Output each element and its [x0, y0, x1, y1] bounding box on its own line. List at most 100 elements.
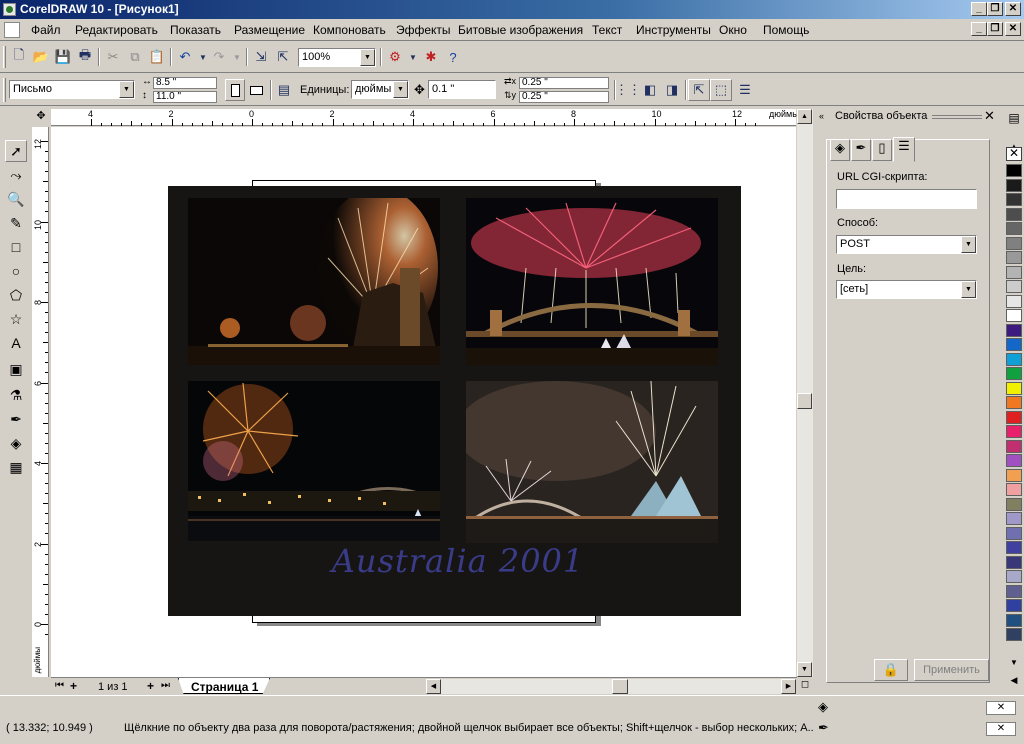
eyedropper-tool-icon[interactable]: ⚗ [5, 384, 27, 406]
menu-view[interactable]: Показать [170, 23, 221, 37]
color-swatch[interactable] [1006, 222, 1022, 235]
menu-file[interactable]: Файл [31, 23, 61, 37]
page-width-field[interactable]: 8.5 " [153, 77, 217, 89]
color-swatch[interactable] [1006, 367, 1022, 380]
docker-collapse-icon[interactable]: « [819, 111, 824, 121]
photo-fireworks-bridge-1[interactable] [188, 198, 440, 365]
add-page-after-icon[interactable]: + [147, 679, 154, 693]
tab-general-icon[interactable]: ▯ [872, 139, 892, 161]
color-swatch[interactable] [1006, 512, 1022, 525]
interactive-fill-icon[interactable]: ▦ [5, 456, 27, 478]
scroll-left-icon[interactable]: ◀ [426, 679, 441, 694]
menu-arrange[interactable]: Компоновать [313, 23, 386, 37]
paper-size-combo[interactable]: Письмо ▼ [9, 80, 135, 99]
chevron-down-icon[interactable]: ▼ [961, 281, 976, 298]
color-swatch[interactable] [1006, 294, 1022, 308]
zoom-combo[interactable]: 100% ▼ [298, 48, 376, 67]
ruler-origin-icon[interactable]: ✥ [32, 109, 50, 126]
nudge-field[interactable]: 0.1 " [428, 80, 496, 99]
menu-effects[interactable]: Эффекты [396, 23, 451, 37]
color-swatch[interactable] [1006, 338, 1022, 351]
landscape-icon[interactable] [246, 79, 266, 101]
color-swatch[interactable] [1006, 193, 1022, 206]
method-select[interactable]: POST ▼ [836, 235, 977, 254]
apply-button[interactable]: Применить [914, 659, 989, 681]
vertical-scrollbar[interactable]: ▲ ▼ [797, 109, 813, 677]
color-swatch[interactable] [1006, 251, 1022, 264]
outline-color-swatch[interactable]: ✕ [986, 722, 1016, 736]
scroll-down-icon[interactable]: ▼ [1006, 658, 1022, 668]
corel-online-icon[interactable]: ✱ [420, 46, 442, 68]
options-icon[interactable]: ☰ [734, 79, 756, 101]
chevron-down-icon[interactable]: ▼ [961, 236, 976, 253]
scroll-down-icon[interactable]: ▼ [797, 662, 812, 677]
fill-color-swatch[interactable]: ✕ [986, 701, 1016, 715]
duplicate-y-field[interactable]: 0.25 " [519, 91, 609, 103]
text-tool-icon[interactable]: A [5, 332, 27, 354]
print-icon[interactable]: 🖶 [74, 46, 96, 68]
color-swatch[interactable] [1006, 236, 1022, 250]
color-swatch[interactable] [1006, 555, 1022, 569]
portrait-icon[interactable] [225, 79, 245, 101]
tab-internet-icon[interactable]: ☰ [893, 137, 915, 162]
chevron-down-icon[interactable]: ▼ [393, 81, 408, 98]
last-page-icon[interactable]: ⏭ [161, 680, 170, 691]
doc-restore-button[interactable]: ❐ [987, 22, 1003, 36]
photo-fireworks-opera-house[interactable] [466, 381, 718, 543]
color-swatch[interactable] [1006, 468, 1022, 482]
color-swatch[interactable] [1006, 207, 1022, 221]
no-color-swatch[interactable]: ✕ [1006, 147, 1022, 161]
menu-tools[interactable]: Инструменты [636, 23, 711, 37]
doc-minimize-button[interactable]: _ [971, 22, 987, 36]
drawing-canvas[interactable]: Australia 2001 [51, 127, 796, 677]
page-layout-icon[interactable]: ▤ [273, 79, 295, 101]
color-swatch[interactable] [1006, 381, 1022, 395]
photo-fireworks-city-night[interactable] [188, 381, 440, 541]
menu-window[interactable]: Окно [719, 23, 747, 37]
interactive-blend-icon[interactable]: ▣ [5, 358, 27, 380]
cut-icon[interactable]: ✂ [102, 46, 124, 68]
menu-layout[interactable]: Размещение [234, 23, 305, 37]
units-combo[interactable]: дюймы ▼ [351, 80, 409, 99]
color-swatch[interactable] [1006, 164, 1022, 177]
color-swatch[interactable] [1006, 309, 1022, 322]
paste-icon[interactable]: 📋 [146, 46, 168, 68]
color-swatch[interactable] [1006, 497, 1022, 511]
tab-fill-icon[interactable]: ◈ [830, 139, 850, 161]
treat-as-filled-icon[interactable]: ⇱ [688, 79, 710, 101]
color-swatch[interactable] [1006, 396, 1022, 409]
scroll-thumb-vertical[interactable] [797, 393, 812, 409]
target-select[interactable]: [сеть] ▼ [836, 280, 977, 299]
close-button[interactable]: ✕ [1005, 2, 1021, 16]
vertical-ruler[interactable]: дюймы 12 10 8 6 4 2 0 [32, 127, 49, 677]
maximize-button[interactable]: ❐ [987, 2, 1003, 16]
palette-flyout-icon[interactable]: ◀ [1006, 675, 1022, 689]
scroll-thumb-horizontal[interactable] [612, 679, 628, 694]
menu-text[interactable]: Текст [592, 23, 622, 37]
coreldraw-app-icon[interactable] [3, 3, 16, 16]
export-icon[interactable]: ⇱ [272, 46, 294, 68]
doc-close-button[interactable]: ✕ [1005, 22, 1021, 36]
lock-icon[interactable]: 🔒 [874, 659, 908, 681]
color-swatch[interactable] [1006, 570, 1022, 583]
color-swatch[interactable] [1006, 280, 1022, 293]
menu-bitmaps[interactable]: Битовые изображения [458, 23, 583, 37]
rectangle-tool-icon[interactable]: □ [5, 236, 27, 258]
outline-tool-icon[interactable]: ✒ [5, 408, 27, 430]
minimize-button[interactable]: _ [971, 2, 987, 16]
color-swatch[interactable] [1006, 483, 1022, 496]
close-icon[interactable]: ✕ [984, 108, 995, 124]
artwork-title[interactable]: Australia 2001 [328, 542, 588, 582]
new-icon[interactable]: 🗋 [8, 46, 30, 68]
menu-edit[interactable]: Редактировать [75, 23, 158, 37]
snap-guidelines-icon[interactable]: ◧ [639, 79, 661, 101]
palette-options-icon[interactable]: ▤ [1005, 111, 1023, 129]
whats-this-icon[interactable]: ? [442, 46, 464, 68]
redo-dropdown-icon[interactable]: ▼ [226, 46, 248, 68]
color-swatch[interactable] [1006, 628, 1022, 641]
snap-objects-icon[interactable]: ◨ [661, 79, 683, 101]
color-swatch[interactable] [1006, 541, 1022, 554]
fill-tool-icon[interactable]: ◈ [5, 432, 27, 454]
star-tool-icon[interactable]: ☆ [5, 308, 27, 330]
freehand-tool-icon[interactable]: ✎ [5, 212, 27, 234]
